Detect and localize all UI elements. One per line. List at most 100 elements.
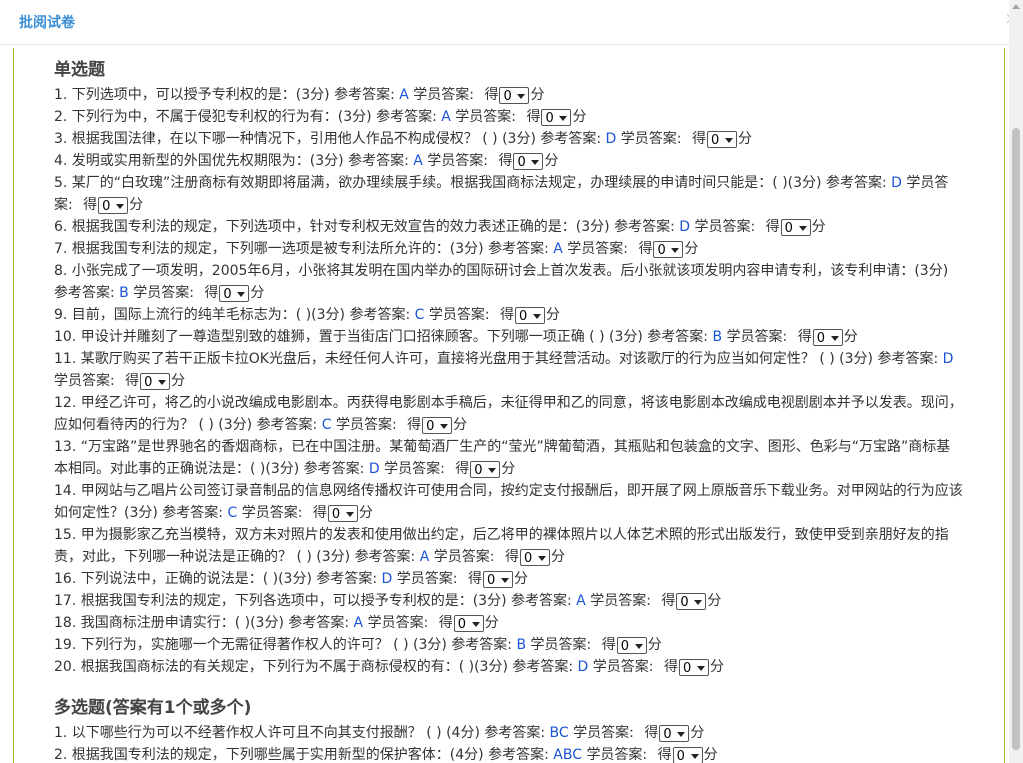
score-select[interactable]: 0 [653,240,684,258]
question-item: 15. 甲为摄影家乙充当模特，双方未对照片的发表和使用做出约定，后乙将甲的裸体照… [54,524,964,568]
question-item: 11. 某歌厅购买了若干正版卡拉OK光盘后，未经任何人许可，直接将光盘用于其经营… [54,348,964,392]
ref-answer-label: 参考答案: [162,505,224,521]
score-select[interactable]: 0 [140,372,171,390]
ref-answer-value: A [413,153,423,169]
student-answer-label: 学员答案: [590,593,651,609]
student-answer-label: 学员答案: [413,87,475,103]
question-text: 10. 甲设计并雕刻了一尊造型别致的雄狮，置于当街店门口招徕顾客。下列哪一项正确… [54,329,643,345]
chevron-down-icon [798,225,807,231]
score-select[interactable]: 0 [616,636,647,654]
chevron-down-icon [531,159,540,165]
score-prefix: 得 [498,153,513,169]
dialog-title: 批阅试卷 [19,15,75,31]
score-select[interactable]: 0 [453,614,484,632]
chevron-down-icon [345,511,354,517]
question-item: 9. 目前，国际上流行的纯羊毛标志为：( )(3分) 参考答案: C 学员答案:… [54,304,964,326]
score-suffix: 分 [546,307,561,323]
score-suffix: 分 [703,747,718,763]
ref-answer-label: 参考答案: [511,593,572,609]
ref-answer-label: 参考答案: [288,615,350,631]
score-suffix: 分 [737,131,752,147]
score-select[interactable]: 0 [812,328,843,346]
question-text: 1. 以下哪些行为可以不经著作权人许可且不向其支付报酬？ ( ) (4分) [54,725,480,741]
score-suffix: 分 [501,461,516,477]
ref-answer-value: C [414,307,425,323]
score-suffix: 分 [572,109,587,125]
score-select[interactable]: 0 [219,284,250,302]
student-answer-label: 学员答案: [530,637,592,653]
score-select-value: 0 [784,220,793,236]
score-select-value: 0 [517,154,526,170]
score-select[interactable]: 0 [422,416,453,434]
question-item: 13. “万宝路”是世界驰名的香烟商标，已在中国注册。某葡萄酒厂生产的“莹光”牌… [54,436,964,480]
question-item: 20. 根据我国商标法的有关规定，下列行为不属于商标侵权的有：( )(3分) 参… [54,656,964,678]
scroll-up-arrow-icon[interactable] [1012,4,1020,9]
score-select[interactable]: 0 [659,724,690,742]
score-select-value: 0 [545,110,554,126]
score-suffix: 分 [684,241,699,257]
student-answer-label: 学员答案: [396,571,458,587]
question-text: 17. 根据我国专利法的规定，下列各选项中，可以授予专利权的是：(3分) [54,593,507,609]
score-select[interactable]: 0 [519,548,550,566]
score-prefix: 得 [661,593,676,609]
dialog-header: 批阅试卷 × [0,0,1023,45]
question-item: 16. 下列说法中，正确的说法是：( )(3分) 参考答案: D 学员答案: 得… [54,568,964,590]
score-prefix: 得 [438,615,453,631]
chevron-down-icon [471,621,480,627]
ref-answer-label: 参考答案: [488,747,549,763]
score-prefix: 得 [204,285,219,301]
question-text: 18. 我国商标注册申请实行：( )(3分) [54,615,284,631]
score-select[interactable]: 0 [706,130,737,148]
score-select[interactable]: 0 [676,592,707,610]
score-select[interactable]: 0 [780,218,811,236]
score-prefix: 得 [312,505,327,521]
score-select[interactable]: 0 [499,86,530,104]
scroll-thumb[interactable] [1012,128,1020,750]
score-select-value: 0 [523,550,533,566]
score-prefix: 得 [663,659,678,675]
score-select-value: 0 [519,308,528,324]
question-item: 3. 根据我国法律，在以下哪一种情况下，引用他人作品不构成侵权？ ( ) (3分… [54,128,964,150]
score-select[interactable]: 0 [482,570,513,588]
student-answer-label: 学员答案: [54,373,115,389]
ref-answer-value: C [321,417,332,433]
student-answer-label: 学员答案: [694,219,756,235]
score-select-value: 0 [144,374,153,390]
score-select[interactable]: 0 [327,504,358,522]
score-select[interactable]: 0 [98,196,129,214]
score-select[interactable]: 0 [678,658,709,676]
chevron-down-icon [237,291,246,297]
ref-answer-label: 参考答案: [376,109,437,125]
student-answer-label: 学员答案: [427,153,489,169]
score-select[interactable]: 0 [515,306,546,324]
score-prefix: 得 [765,219,780,235]
score-suffix: 分 [707,593,722,609]
score-select[interactable]: 0 [672,746,703,763]
score-select-value: 0 [620,638,629,654]
question-item: 17. 根据我国专利法的规定，下列各选项中，可以授予专利权的是：(3分) 参考答… [54,590,964,612]
vertical-scrollbar[interactable] [1009,0,1023,763]
score-prefix: 得 [526,109,541,125]
ref-answer-value: BC [549,725,569,741]
question-text: 16. 下列说法中，正确的说法是：( )(3分) [54,571,312,587]
ref-answer-label: 参考答案: [540,131,602,147]
score-select-value: 0 [223,286,232,302]
ref-answer-value: D [368,461,380,477]
question-item: 14. 甲网站与乙唱片公司签订录音制品的信息网络传播权许可使用合同，按约定支付报… [54,480,964,524]
question-text: 9. 目前，国际上流行的纯羊毛标志为：( )(3分) [54,307,346,323]
chevron-down-icon [158,379,167,385]
ref-answer-value: B [712,329,723,345]
question-item: 10. 甲设计并雕刻了一尊造型别致的雄狮，置于当街店门口招徕顾客。下列哪一项正确… [54,326,964,348]
score-suffix: 分 [530,87,545,103]
question-text: 3. 根据我国法律，在以下哪一种情况下，引用他人作品不构成侵权？ ( ) (3分… [54,131,536,147]
score-select[interactable]: 0 [470,460,501,478]
ref-answer-value: D [381,571,393,587]
score-prefix: 得 [601,637,616,653]
section-title: 单选题 [54,60,105,80]
student-answer-label: 学员答案: [573,725,634,741]
score-select[interactable]: 0 [513,152,544,170]
ref-answer-label: 参考答案: [512,659,574,675]
score-prefix: 得 [83,197,98,213]
score-select[interactable]: 0 [541,108,572,126]
student-answer-label: 学员答案: [586,747,648,763]
